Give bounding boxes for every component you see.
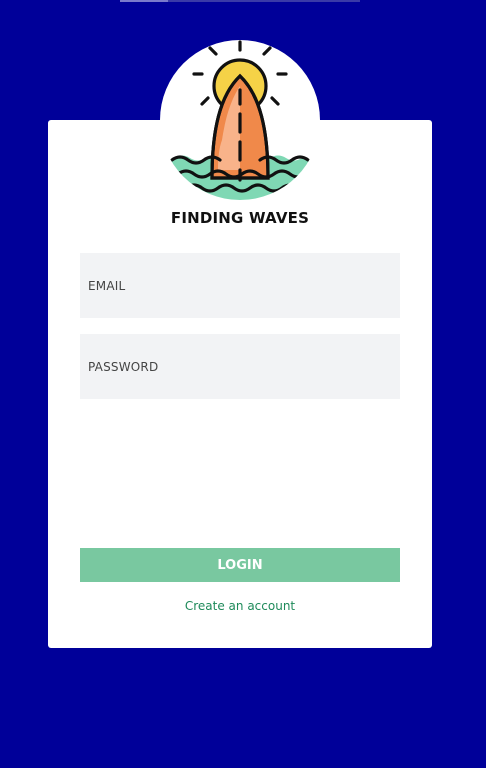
logo <box>160 40 320 200</box>
brand-title: FINDING WAVES <box>170 209 310 227</box>
top-bar-accent <box>120 0 168 2</box>
email-field[interactable] <box>80 253 400 318</box>
password-field[interactable] <box>80 334 400 399</box>
top-bar-strip <box>120 0 360 2</box>
sunset-surfboard-waves-icon <box>170 40 310 200</box>
login-button[interactable]: LOGIN <box>80 548 400 582</box>
create-account-link[interactable]: Create an account <box>48 599 432 613</box>
